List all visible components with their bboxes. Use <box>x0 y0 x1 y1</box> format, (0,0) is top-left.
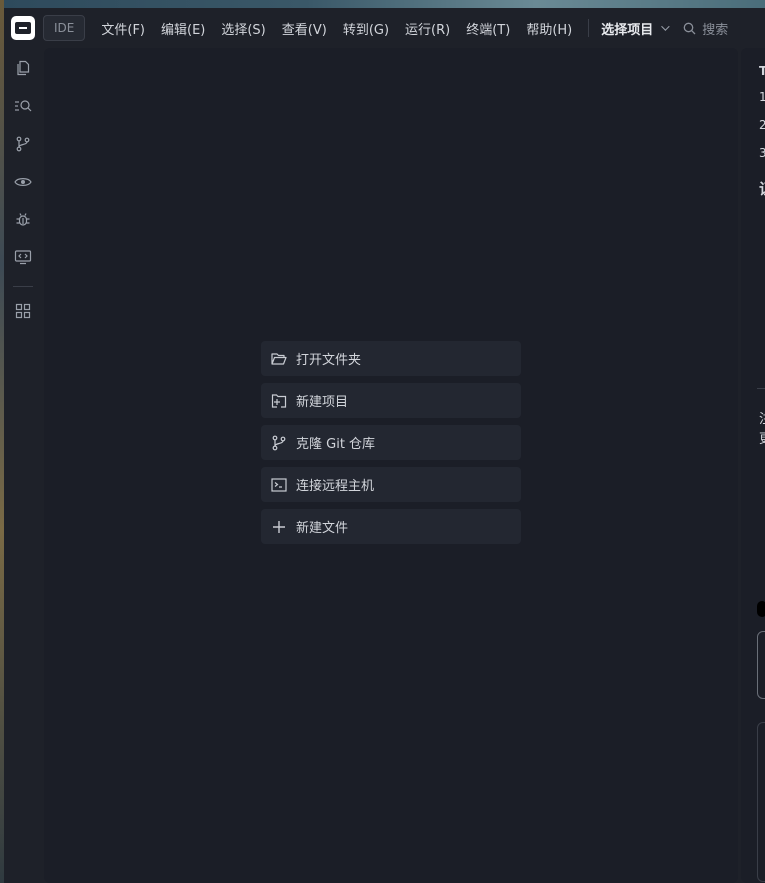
menu-file[interactable]: 文件(F) <box>93 14 153 42</box>
menu-bar: 文件(F) 编辑(E) 选择(S) 查看(V) 转到(G) 运行(R) 终端(T… <box>93 14 580 42</box>
activity-bar <box>4 48 42 883</box>
search-icon <box>683 22 696 34</box>
terminal-icon <box>270 476 288 494</box>
search-icon[interactable] <box>14 97 32 115</box>
menu-edit[interactable]: 编辑(E) <box>153 14 213 42</box>
clone-git-label: 克隆 Git 仓库 <box>296 437 376 452</box>
right-panel-note: 注 <box>759 408 765 427</box>
right-panel: T 1 2 3 证 注 更 <box>741 48 765 883</box>
new-project-icon <box>270 392 288 410</box>
menu-run[interactable]: 运行(R) <box>397 14 458 42</box>
right-panel-item: 2 <box>759 118 765 132</box>
source-control-icon[interactable] <box>14 135 32 153</box>
ide-window: IDE 文件(F) 编辑(E) 选择(S) 查看(V) 转到(G) 运行(R) … <box>0 0 765 883</box>
right-panel-badge <box>757 601 765 617</box>
explorer-icon[interactable] <box>14 59 32 77</box>
search-box[interactable]: 搜索 <box>683 19 728 38</box>
menu-help[interactable]: 帮助(H) <box>518 14 580 42</box>
chevron-down-icon <box>661 22 670 31</box>
product-badge: IDE <box>43 15 86 41</box>
right-panel-heading: T <box>759 64 765 78</box>
right-panel-card <box>757 722 765 882</box>
start-actions: 打开文件夹 新建项目 克隆 Git 仓库 连接远程主机 新建文件 <box>261 341 521 551</box>
right-panel-divider <box>757 388 765 389</box>
search-label: 搜索 <box>702 22 729 38</box>
menu-go[interactable]: 转到(G) <box>335 14 397 42</box>
open-folder-button[interactable]: 打开文件夹 <box>261 341 521 376</box>
connect-remote-label: 连接远程主机 <box>296 479 375 494</box>
menu-terminal[interactable]: 终端(T) <box>458 14 518 42</box>
new-project-label: 新建项目 <box>296 395 349 410</box>
right-panel-item: 3 <box>759 146 765 160</box>
new-project-button[interactable]: 新建项目 <box>261 383 521 418</box>
app-logo-icon[interactable] <box>11 16 35 40</box>
extensions-icon[interactable] <box>14 302 32 320</box>
titlebar-divider <box>588 19 590 37</box>
right-panel-subheading: 证 <box>759 178 765 199</box>
editor-area: 打开文件夹 新建项目 克隆 Git 仓库 连接远程主机 新建文件 <box>44 48 738 883</box>
menu-view[interactable]: 查看(V) <box>274 14 335 42</box>
git-branch-icon <box>270 434 288 452</box>
title-bar: IDE 文件(F) 编辑(E) 选择(S) 查看(V) 转到(G) 运行(R) … <box>4 8 765 48</box>
desktop-wallpaper <box>0 0 765 8</box>
clone-git-button[interactable]: 克隆 Git 仓库 <box>261 425 521 460</box>
new-file-button[interactable]: 新建文件 <box>261 509 521 544</box>
right-panel-input[interactable] <box>757 631 765 699</box>
right-panel-item: 1 <box>759 90 765 104</box>
plus-icon <box>270 518 288 536</box>
connect-remote-button[interactable]: 连接远程主机 <box>261 467 521 502</box>
right-panel-note: 更 <box>759 428 765 447</box>
preview-icon[interactable] <box>14 173 32 191</box>
debug-icon[interactable] <box>14 211 32 229</box>
project-select-label: 选择项目 <box>601 22 654 38</box>
remote-icon[interactable] <box>14 248 32 266</box>
folder-open-icon <box>270 350 288 368</box>
open-folder-label: 打开文件夹 <box>296 353 362 368</box>
activity-divider <box>13 286 33 287</box>
menu-selection[interactable]: 选择(S) <box>213 14 273 42</box>
new-file-label: 新建文件 <box>296 521 349 536</box>
project-select-dropdown[interactable]: 选择项目 <box>595 19 673 38</box>
